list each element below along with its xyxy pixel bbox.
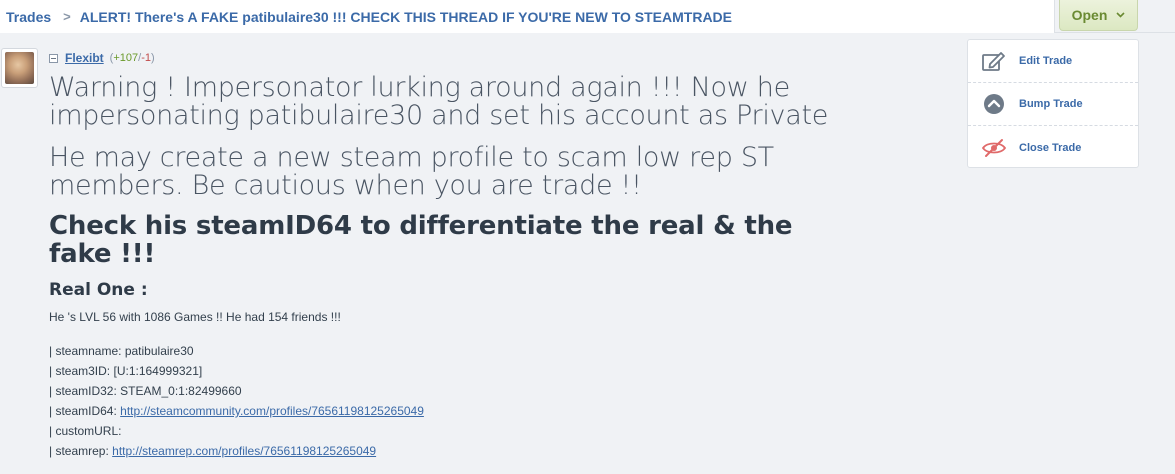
steamrep-link[interactable]: http://steamrep.com/profiles/76561198125… xyxy=(112,444,376,458)
info-steamname-label: | steamname: xyxy=(49,344,125,358)
breadcrumb-separator: > xyxy=(63,9,71,24)
avatar-image xyxy=(5,52,34,84)
bump-icon xyxy=(981,91,1007,117)
bump-trade-label: Bump Trade xyxy=(1019,98,1083,110)
breadcrumb: Trades > ALERT! There's A FAKE patibulai… xyxy=(0,0,1055,33)
edit-trade-label: Edit Trade xyxy=(1019,55,1073,67)
chevron-down-icon xyxy=(1116,10,1125,21)
edit-icon xyxy=(981,48,1007,74)
thread-title[interactable]: ALERT! There's A FAKE patibulaire30 !!! … xyxy=(80,9,732,25)
bump-trade-button[interactable]: Bump Trade xyxy=(968,83,1138,126)
rep-negative: -1 xyxy=(141,52,151,64)
info-steam3id-value: [U:1:164999321] xyxy=(113,364,203,378)
close-eye-icon xyxy=(981,135,1007,161)
trade-actions-menu: Edit Trade Bump Trade Close Trade xyxy=(967,39,1139,168)
profile-summary: He 's LVL 56 with 1086 Games !! He had 1… xyxy=(49,310,341,324)
warning-paragraph-1: Warning ! Impersonator lurking around ag… xyxy=(49,72,829,131)
post-subheading: Real One : xyxy=(49,280,148,300)
open-status-button[interactable]: Open xyxy=(1059,0,1138,31)
post-heading: Check his steamID64 to differentiate the… xyxy=(49,211,793,269)
close-trade-button[interactable]: Close Trade xyxy=(968,126,1138,169)
info-customurl: | customURL: xyxy=(49,421,849,441)
info-steam3id-label: | steam3ID: xyxy=(49,364,114,378)
breadcrumb-trades-link[interactable]: Trades xyxy=(6,9,51,25)
top-bar: Trades > ALERT! There's A FAKE patibulai… xyxy=(0,0,1175,33)
info-customurl-label: | customURL: xyxy=(49,424,122,438)
rep-positive: +107 xyxy=(113,52,139,64)
info-steamrep: | steamrep: http://steamrep.com/profiles… xyxy=(49,441,849,461)
profile-info: | steamname: patibulaire30 | steam3ID: [… xyxy=(49,341,849,461)
post-content: Warning ! Impersonator lurking around ag… xyxy=(49,72,849,461)
username-link[interactable]: Flexibt xyxy=(65,51,104,65)
info-steamid64: | steamID64: http://steamcommunity.com/p… xyxy=(49,401,849,421)
info-steamid32-label: | steamID32: xyxy=(49,384,121,398)
reputation: (+107/-1) xyxy=(110,52,155,64)
rep-close-paren: ) xyxy=(150,52,155,64)
close-trade-label: Close Trade xyxy=(1019,141,1082,154)
info-steamid32: | steamID32: STEAM_0:1:82499660 xyxy=(49,381,849,401)
steamid64-link[interactable]: http://steamcommunity.com/profiles/76561… xyxy=(120,404,424,418)
info-steamname: | steamname: patibulaire30 xyxy=(49,341,849,361)
info-steamid64-label: | steamID64: xyxy=(49,404,121,418)
warning-paragraph-2: He may create a new steam profile to sca… xyxy=(49,142,774,201)
info-steam3id: | steam3ID: [U:1:164999321] xyxy=(49,361,849,381)
post-author-line: Flexibt (+107/-1) xyxy=(49,51,155,65)
info-steamrep-label: | steamrep: xyxy=(49,444,113,458)
info-steamname-value: patibulaire30 xyxy=(124,344,194,358)
open-status-label: Open xyxy=(1071,7,1108,23)
avatar[interactable] xyxy=(1,48,38,88)
edit-trade-button[interactable]: Edit Trade xyxy=(968,40,1138,83)
info-steamid32-value: STEAM_0:1:82499660 xyxy=(120,384,242,398)
collapse-icon[interactable] xyxy=(49,53,58,63)
